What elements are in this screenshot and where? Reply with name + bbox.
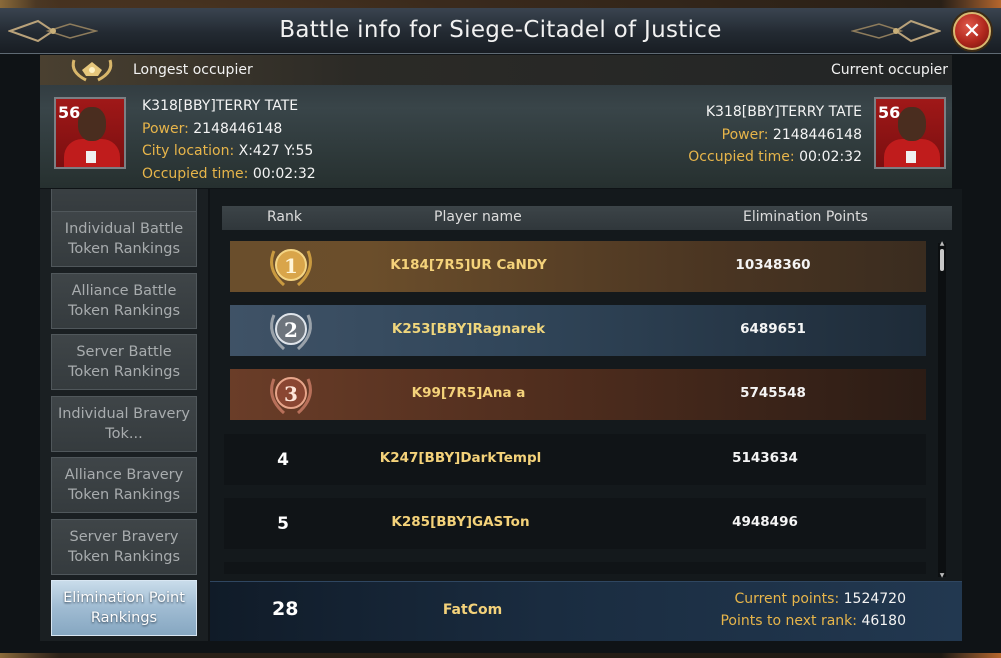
tab-server-battle-token[interactable]: Server Battle Token Rankings <box>51 334 197 390</box>
my-rank-bar: 28 FatCom Current points: 1524720 Points… <box>210 581 962 641</box>
power-value: 2148446148 <box>193 120 283 137</box>
table-row[interactable]: 5 K285[BBY]GASTon 4948496 <box>224 498 926 549</box>
close-button[interactable]: ✕ <box>953 12 991 50</box>
tab-elimination-point[interactable]: Elimination Point Rankings <box>51 580 197 636</box>
current-points-label: Current points: <box>734 591 840 607</box>
tab-individual-bravery-token[interactable]: Individual Bravery Tok... <box>51 396 197 452</box>
player-name[interactable]: K247[BBY]DarkTempl <box>318 450 603 466</box>
player-name[interactable]: K285[BBY]GASTon <box>318 514 603 530</box>
rankings-panel: Rank Player name Elimination Points 1 K1… <box>210 189 962 641</box>
title-bar: Battle info for Siege-Citadel of Justice… <box>0 8 1001 54</box>
player-name[interactable]: K253[BBY]Ragnarek <box>326 321 611 337</box>
close-icon: ✕ <box>962 18 982 44</box>
column-header-player: Player name <box>434 209 522 225</box>
elimination-points: 6489651 <box>740 321 806 337</box>
jersey-number: 56 <box>878 103 901 122</box>
tab-alliance-bravery-token[interactable]: Alliance Bravery Token Rankings <box>51 457 197 513</box>
occupier-header-bar: Longest occupier Current occupier <box>40 55 952 85</box>
location-value[interactable]: X:427 Y:55 <box>239 143 314 159</box>
player-name[interactable]: K184[7R5]UR CaNDY <box>326 257 611 273</box>
current-occupier-label: Current occupier <box>830 62 948 78</box>
scroll-thumb[interactable] <box>940 249 944 271</box>
occupied-time-value: 00:02:32 <box>799 149 862 165</box>
bronze-medal-icon: 3 <box>270 376 312 414</box>
tab-individual-battle-token[interactable]: Individual Battle Token Rankings <box>51 211 197 267</box>
column-header-points: Elimination Points <box>743 209 868 225</box>
location-label: City location: <box>142 143 235 159</box>
svg-text:2: 2 <box>284 318 298 342</box>
ranking-tabs: Individual Battle Token Rankings Allianc… <box>40 189 208 641</box>
occupier-panel: Longest occupier Current occupier 56 K31… <box>40 55 952 188</box>
avatar[interactable]: 56 <box>874 97 946 169</box>
current-points-value: 1524720 <box>843 591 906 607</box>
tab-server-bravery-token[interactable]: Server Bravery Token Rankings <box>51 519 197 575</box>
longest-occupier-info: K318[BBY]TERRY TATE Power: 2148446148 Ci… <box>142 95 316 185</box>
avatar[interactable]: 56 <box>54 97 126 169</box>
elimination-points: 10348360 <box>735 257 811 273</box>
svg-text:1: 1 <box>284 254 298 278</box>
elimination-points: 5745548 <box>740 385 806 401</box>
next-rank-label: Points to next rank: <box>720 613 857 629</box>
power-value: 2148446148 <box>772 126 862 143</box>
ornament-icon <box>851 19 941 43</box>
current-occupier-info: K318[BBY]TERRY TATE Power: 2148446148 Oc… <box>688 101 862 169</box>
rank-cell: 1 <box>256 241 326 292</box>
elimination-points: 4948496 <box>732 514 798 530</box>
power-label: Power: <box>721 126 769 143</box>
rank-number: 4 <box>277 449 289 470</box>
my-player-name: FatCom <box>442 602 503 618</box>
scroll-down-icon[interactable]: ▼ <box>938 573 946 579</box>
rank-cell: 3 <box>256 369 326 420</box>
svg-text:3: 3 <box>284 382 298 406</box>
occupied-time-value: 00:02:32 <box>252 165 316 182</box>
table-row[interactable]: 3 K99[7R5]Ana a 5745548 <box>230 369 926 420</box>
player-name: K318[BBY]TERRY TATE <box>705 104 862 120</box>
player-name: K318[BBY]TERRY TATE <box>142 98 299 114</box>
table-row[interactable] <box>224 562 926 574</box>
scroll-up-icon[interactable]: ▲ <box>938 241 946 247</box>
tab-alliance-battle-token[interactable]: Alliance Battle Token Rankings <box>51 273 197 329</box>
table-row[interactable]: 1 K184[7R5]UR CaNDY 10348360 <box>230 241 926 292</box>
scrollbar[interactable]: ▲ ▼ <box>938 241 946 579</box>
ranking-list[interactable]: 1 K184[7R5]UR CaNDY 10348360 2 K253[BBY]… <box>224 241 932 574</box>
rank-cell: 2 <box>256 305 326 356</box>
rank-number: 5 <box>277 513 289 534</box>
table-row[interactable]: 2 K253[BBY]Ragnarek 6489651 <box>230 305 926 356</box>
player-name[interactable]: K99[7R5]Ana a <box>326 385 611 401</box>
table-header: Rank Player name Elimination Points <box>222 206 952 230</box>
column-header-rank: Rank <box>267 209 302 225</box>
gold-medal-icon: 1 <box>270 248 312 286</box>
occupied-time-label: Occupied time: <box>142 165 249 182</box>
my-points-info: Current points: 1524720 Points to next r… <box>720 588 906 632</box>
elimination-points: 5143634 <box>732 450 798 466</box>
next-rank-value: 46180 <box>861 613 906 629</box>
jersey-number: 56 <box>58 103 81 122</box>
occupied-time-label: Occupied time: <box>688 149 795 165</box>
table-row[interactable]: 4 K247[BBY]DarkTempl 5143634 <box>224 434 926 485</box>
laurel-wreath-icon <box>71 59 113 82</box>
my-rank: 28 <box>272 598 299 620</box>
battle-info-dialog: Battle info for Siege-Citadel of Justice… <box>0 8 1001 653</box>
silver-medal-icon: 2 <box>270 312 312 350</box>
longest-occupier-label: Longest occupier <box>133 62 253 78</box>
power-label: Power: <box>142 120 189 137</box>
